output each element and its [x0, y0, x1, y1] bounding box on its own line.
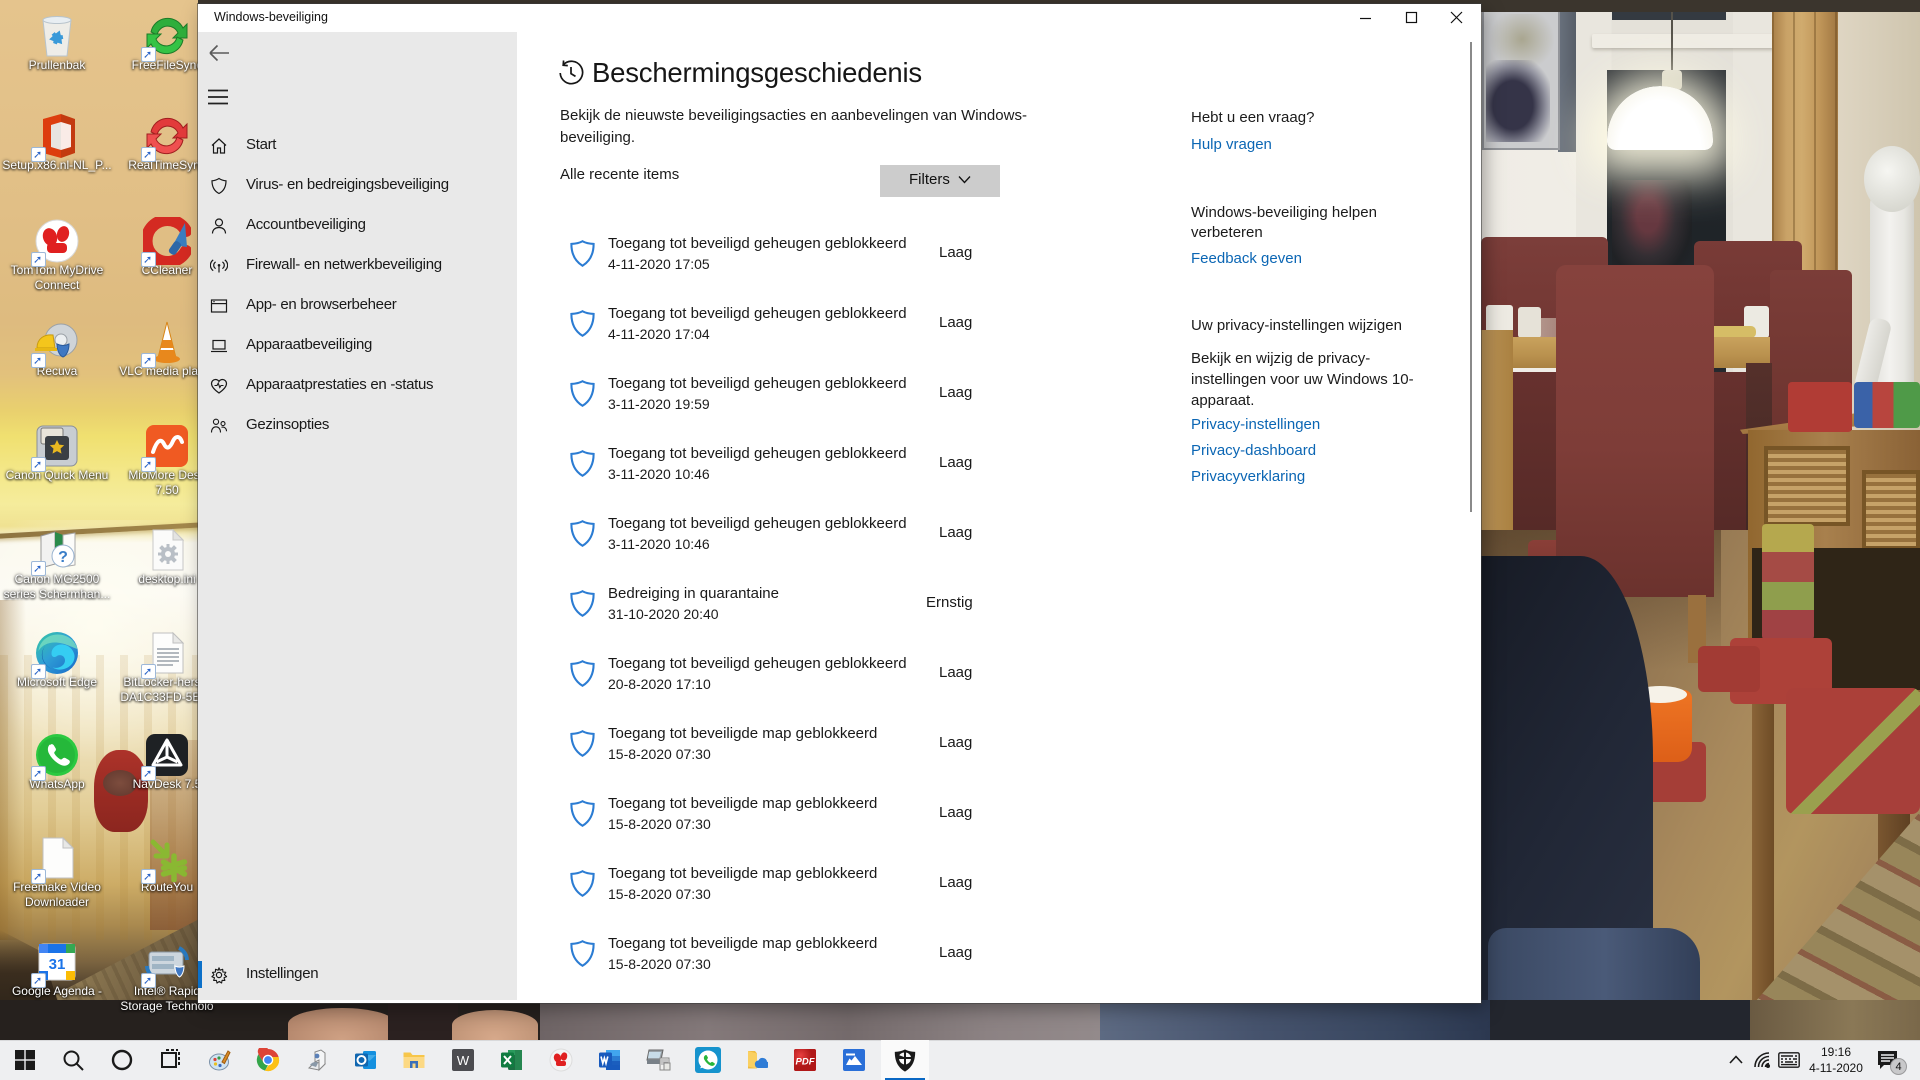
svg-text:PDF: PDF	[796, 1057, 815, 1068]
svg-text:?: ?	[58, 549, 68, 566]
svg-text:31: 31	[49, 956, 66, 973]
svg-text:W: W	[457, 1053, 470, 1068]
